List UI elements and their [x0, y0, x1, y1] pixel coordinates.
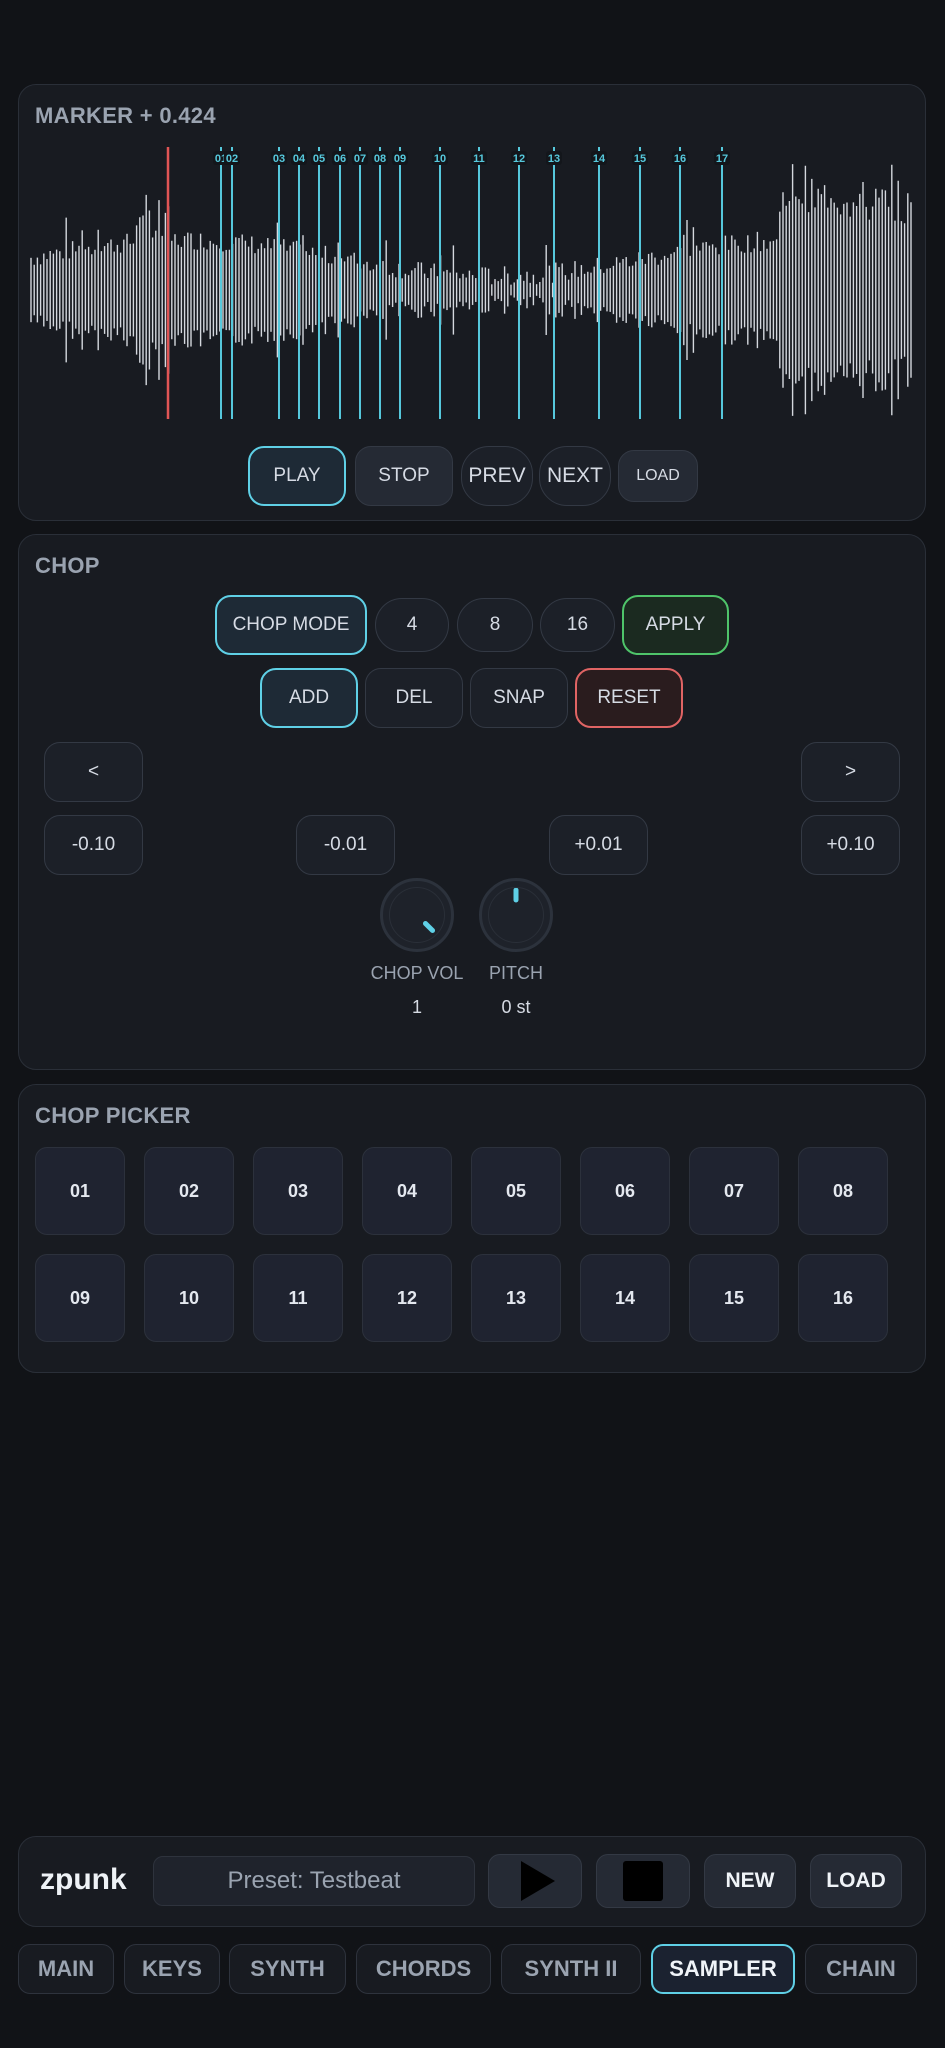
tab-synth[interactable]: SYNTH: [229, 1944, 346, 1994]
pitch-knob[interactable]: [479, 878, 553, 952]
snap-button[interactable]: SNAP: [470, 668, 568, 728]
reset-button[interactable]: RESET: [575, 668, 683, 728]
stop-icon: [623, 1861, 663, 1901]
chop-marker-label: 05: [313, 153, 325, 165]
chop-pad[interactable]: 07: [689, 1147, 779, 1235]
chop-marker-label: 08: [374, 153, 386, 165]
preset-display[interactable]: Preset: Testbeat: [153, 1856, 475, 1906]
nudge-left-button[interactable]: <: [44, 742, 143, 802]
play-icon: [521, 1861, 555, 1901]
chop-marker-label: 12: [513, 153, 525, 165]
chop-pad[interactable]: 13: [471, 1254, 561, 1342]
chop-title: CHOP: [35, 553, 100, 578]
tab-sampler[interactable]: SAMPLER: [651, 1944, 795, 1994]
brand-logo: zpunk: [40, 1863, 127, 1896]
chop-marker-label: 11: [473, 153, 485, 165]
chop-pad[interactable]: 08: [798, 1147, 888, 1235]
transport-play-button[interactable]: [488, 1854, 582, 1908]
pitch-indicator: [513, 887, 519, 903]
waveform-panel: MARKER + 0.424 01 02 03 04 05 06 07 08 09 10 11 12 1…: [18, 84, 926, 521]
chop-pad[interactable]: 15: [689, 1254, 779, 1342]
slice-4-button[interactable]: 4: [375, 598, 449, 652]
chop-marker-label: 03: [273, 153, 285, 165]
new-preset-button[interactable]: NEW: [704, 1854, 796, 1908]
chop-mode-button[interactable]: CHOP MODE: [215, 595, 367, 655]
chop-pad[interactable]: 02: [144, 1147, 234, 1235]
plus-fine-button[interactable]: +0.01: [549, 815, 648, 875]
prev-button[interactable]: PREV: [461, 446, 533, 506]
minus-coarse-button[interactable]: -0.10: [44, 815, 143, 875]
marker-readout: MARKER + 0.424: [35, 103, 216, 128]
waveform-display[interactable]: 0102 03 04 05 06 07 08 09 10 11 12 13 14 15 16 17: [29, 147, 915, 433]
tab-keys[interactable]: KEYS: [124, 1944, 220, 1994]
chop-picker-title: CHOP PICKER: [35, 1103, 191, 1128]
chop-marker-label: 10: [434, 153, 446, 165]
chop-marker-label: 07: [354, 153, 366, 165]
load-sample-button[interactable]: LOAD: [618, 450, 698, 502]
chop-pad[interactable]: 14: [580, 1254, 670, 1342]
delete-marker-button[interactable]: DEL: [365, 668, 463, 728]
chop-pad[interactable]: 09: [35, 1254, 125, 1342]
chop-marker-label: 15: [634, 153, 646, 165]
pitch-value: 0 st: [501, 997, 531, 1017]
chop-pad[interactable]: 16: [798, 1254, 888, 1342]
chop-marker-label: 02: [226, 153, 238, 165]
next-button[interactable]: NEXT: [539, 446, 611, 506]
minus-fine-button[interactable]: -0.01: [296, 815, 395, 875]
slice-16-button[interactable]: 16: [540, 598, 615, 652]
chop-pad[interactable]: 04: [362, 1147, 452, 1235]
transport-stop-button[interactable]: [596, 1854, 690, 1908]
chop-panel: CHOP CHOP MODE 4 8 16 APPLY ADD DEL SNAP…: [18, 534, 926, 1070]
tab-synth-ii[interactable]: SYNTH II: [501, 1944, 641, 1994]
tab-chain[interactable]: CHAIN: [805, 1944, 917, 1994]
chop-marker-label: 14: [593, 153, 606, 165]
chop-pad[interactable]: 11: [253, 1254, 343, 1342]
footer-bar: zpunk Preset: Testbeat NEW LOAD: [18, 1836, 926, 1927]
nudge-right-button[interactable]: >: [801, 742, 900, 802]
chop-vol-knob[interactable]: [380, 878, 454, 952]
apply-button[interactable]: APPLY: [622, 595, 729, 655]
plus-coarse-button[interactable]: +0.10: [801, 815, 900, 875]
tab-chords[interactable]: CHORDS: [356, 1944, 491, 1994]
chop-marker-label: 06: [334, 153, 346, 165]
pitch-label: PITCH: [489, 963, 543, 983]
chop-marker-label: 13: [548, 153, 560, 165]
chop-marker-label: 16: [674, 153, 686, 165]
play-button[interactable]: PLAY: [248, 446, 346, 506]
chop-marker-label: 04: [293, 153, 306, 165]
load-preset-button[interactable]: LOAD: [810, 1854, 902, 1908]
chop-pad[interactable]: 12: [362, 1254, 452, 1342]
waveform-bars: [30, 164, 912, 416]
slice-8-button[interactable]: 8: [457, 598, 533, 652]
chop-pad[interactable]: 06: [580, 1147, 670, 1235]
chop-picker-panel: CHOP PICKER 01 02 03 04 05 06 07 08 09 10 11 12 13 14…: [18, 1084, 926, 1373]
chop-vol-indicator: [421, 919, 437, 935]
chop-pad[interactable]: 01: [35, 1147, 125, 1235]
stop-button[interactable]: STOP: [355, 446, 453, 506]
chop-pad[interactable]: 03: [253, 1147, 343, 1235]
chop-marker-label: 09: [394, 153, 406, 165]
chop-marker-label: 17: [716, 153, 728, 165]
chop-pad[interactable]: 10: [144, 1254, 234, 1342]
chop-pad[interactable]: 05: [471, 1147, 561, 1235]
add-marker-button[interactable]: ADD: [260, 668, 358, 728]
tab-main[interactable]: MAIN: [18, 1944, 114, 1994]
